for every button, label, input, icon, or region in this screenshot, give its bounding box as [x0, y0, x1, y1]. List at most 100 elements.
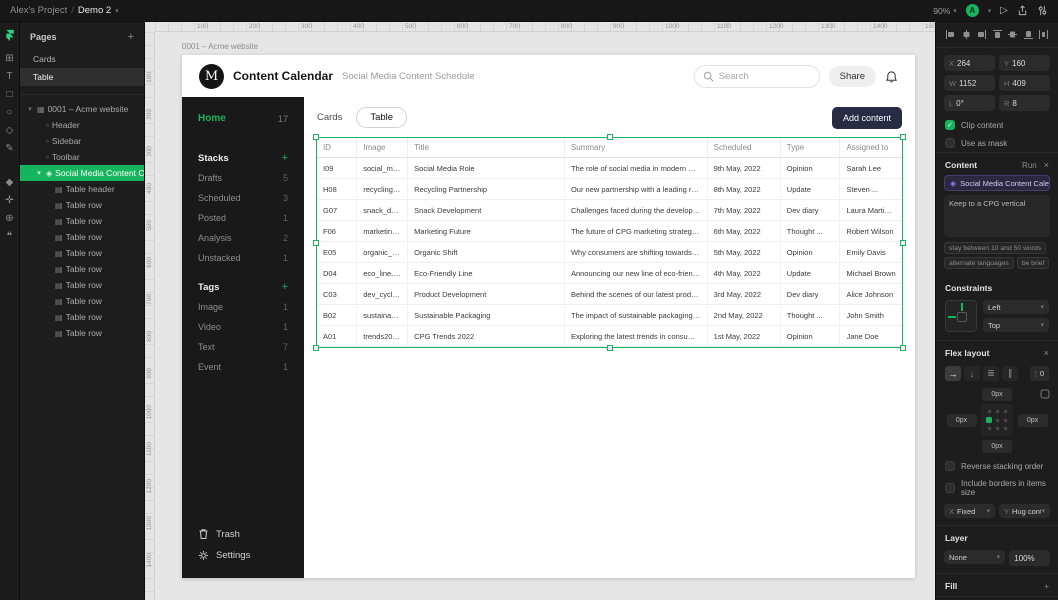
insert-tool-icon[interactable]: ⊞ [2, 50, 18, 66]
checkbox-icon[interactable] [945, 138, 955, 148]
use-as-mask-row[interactable]: Use as mask [936, 134, 1058, 152]
add-fill-icon[interactable]: + [1044, 582, 1049, 591]
text-tool-icon[interactable]: T [2, 68, 18, 84]
nav-item[interactable]: Analysis 2 [182, 228, 304, 248]
radius-field[interactable]: R8 [999, 95, 1050, 111]
nav-item-home[interactable]: Home 17 [182, 110, 304, 127]
layer-item[interactable]: ▤ Table row [20, 245, 144, 261]
layer-item[interactable]: ▤ Table row [20, 293, 144, 309]
layer-item[interactable]: ▤ Table row [20, 197, 144, 213]
selection-handle-nw[interactable] [313, 134, 319, 140]
nav-item[interactable]: Video 1 [182, 317, 304, 337]
layer-item[interactable]: ▤ Table row [20, 325, 144, 341]
nav-item-settings[interactable]: Settings [182, 545, 304, 566]
distribute-icon[interactable] [1038, 29, 1049, 40]
breadcrumb-page[interactable]: Demo 2 [78, 5, 111, 16]
align-dot[interactable] [1003, 427, 1007, 430]
run-button[interactable]: Run [1022, 161, 1037, 170]
align-grid[interactable] [981, 404, 1013, 436]
align-center-vertical-icon[interactable] [1007, 29, 1018, 40]
align-bottom-icon[interactable] [1023, 29, 1034, 40]
align-dot[interactable] [995, 410, 999, 413]
table-row[interactable]: G07 snack_dev ... Snack Development Challen… [317, 199, 902, 221]
padding-left-field[interactable]: 0px [946, 413, 977, 427]
padding-bottom-field[interactable]: 0px [982, 439, 1012, 453]
vertical-constraint-select[interactable]: Top ▾ [983, 318, 1049, 332]
table-row[interactable]: C03 dev_cycle. ... Product Development Behi… [317, 283, 902, 305]
layer-item[interactable]: ▤ Table row [20, 277, 144, 293]
sliders-icon[interactable] [1037, 5, 1048, 16]
play-button[interactable]: ▷ [1000, 5, 1008, 16]
tab-table[interactable]: Table [356, 107, 408, 128]
comment-tool-icon[interactable]: ❝ [2, 228, 18, 244]
page-item[interactable]: Cards [20, 50, 144, 68]
frame-label[interactable]: 0001 – Acme website [182, 42, 258, 51]
layer-item[interactable]: ▾ ▦ 0001 – Acme website [20, 101, 144, 117]
align-right-icon[interactable] [976, 29, 987, 40]
align-dot[interactable] [987, 427, 991, 430]
table-row[interactable]: A01 trends202 ... CPG Trends 2022 Exploring… [317, 325, 902, 347]
constraints-diagram[interactable] [945, 300, 977, 332]
align-dot[interactable] [986, 417, 992, 423]
bell-icon[interactable] [885, 70, 898, 83]
align-dot[interactable] [1003, 410, 1007, 413]
artboard[interactable]: M Content Calendar Social Media Content … [182, 55, 915, 578]
selection-handle-ne[interactable] [900, 134, 906, 140]
ellipse-tool-icon[interactable]: ○ [2, 104, 18, 120]
nav-item[interactable]: Image 1 [182, 297, 304, 317]
nav-item[interactable]: Text 7 [182, 337, 304, 357]
table-row[interactable]: E05 organic_sh ... Organic Shift Why consum… [317, 241, 902, 263]
include-borders-row[interactable]: Include borders in items size [936, 475, 1058, 501]
padding-top-field[interactable]: 0px [982, 387, 1012, 401]
rotation-field[interactable]: L 0° [944, 95, 995, 111]
x-sizing-select[interactable]: X Fixed ▾ [944, 504, 995, 518]
page-item[interactable]: Table [20, 68, 144, 86]
align-left-icon[interactable] [945, 29, 956, 40]
chevron-down-icon[interactable]: ▾ [115, 7, 119, 15]
tab-cards[interactable]: Cards [317, 112, 342, 123]
nav-item[interactable]: Event 1 [182, 357, 304, 377]
layer-item[interactable]: ▤ Table row [20, 309, 144, 325]
add-page-icon[interactable]: + [128, 31, 134, 43]
nav-item-trash[interactable]: Trash [182, 523, 304, 545]
frame-tool-icon[interactable]: □ [2, 86, 18, 102]
search-bar[interactable] [693, 64, 820, 88]
align-center-horizontal-icon[interactable] [961, 29, 972, 40]
clip-content-row[interactable]: ✓ Clip content [936, 116, 1058, 134]
breadcrumb[interactable]: Alex's Project / Demo 2 ▾ [10, 5, 119, 16]
pen-tool-icon[interactable]: ✎ [2, 140, 18, 156]
distribute-space-icon[interactable]: ∥ [1002, 366, 1018, 381]
selection-handle-s[interactable] [606, 345, 613, 351]
checkbox-icon[interactable] [945, 461, 955, 471]
breadcrumb-project[interactable]: Alex's Project [10, 5, 67, 16]
ink-tool-icon[interactable]: ◆ [2, 174, 18, 190]
nav-item[interactable]: Unstacked 1 [182, 248, 304, 268]
x-position-field[interactable]: X 264 [944, 55, 995, 71]
layer-item[interactable]: ▾ ◈Social Media Content Ca... [20, 165, 144, 181]
vector-tool-icon[interactable]: ◇ [2, 122, 18, 138]
share-icon[interactable] [1017, 5, 1028, 16]
reverse-stacking-row[interactable]: Reverse stacking order [936, 457, 1058, 475]
layer-item[interactable]: ▤ Table row [20, 261, 144, 277]
align-dot[interactable] [995, 427, 999, 430]
padding-split-icon[interactable] [1040, 389, 1050, 399]
align-dot[interactable] [1003, 418, 1007, 422]
selection-handle-sw[interactable] [313, 345, 319, 351]
close-icon[interactable]: × [1044, 348, 1049, 358]
zoom-tool-icon[interactable]: ⊕ [2, 210, 18, 226]
layer-item[interactable]: ▤ Table header [20, 181, 144, 197]
checkbox-icon[interactable] [945, 483, 955, 493]
table-row[interactable]: I09 social_me ... Social Media Role The rol… [317, 157, 902, 179]
layer-item[interactable]: ▫ Toolbar [20, 149, 144, 165]
horizontal-constraint-select[interactable]: Left ▾ [983, 300, 1049, 314]
add-icon[interactable]: + [282, 152, 288, 164]
selection-handle-e[interactable] [900, 239, 906, 246]
design-table[interactable]: ID Image Title Summary Scheduled Type Assigned… [313, 134, 906, 351]
layer-item[interactable]: ▫ Sidebar [20, 133, 144, 149]
close-icon[interactable]: × [1044, 160, 1049, 170]
layer-item[interactable]: ▤ Table row [20, 213, 144, 229]
nav-item[interactable]: Drafts 5 [182, 168, 304, 188]
selection-handle-se[interactable] [900, 345, 906, 351]
selection-handle-n[interactable] [606, 134, 613, 140]
blend-mode-select[interactable]: None ▾ [944, 550, 1006, 564]
